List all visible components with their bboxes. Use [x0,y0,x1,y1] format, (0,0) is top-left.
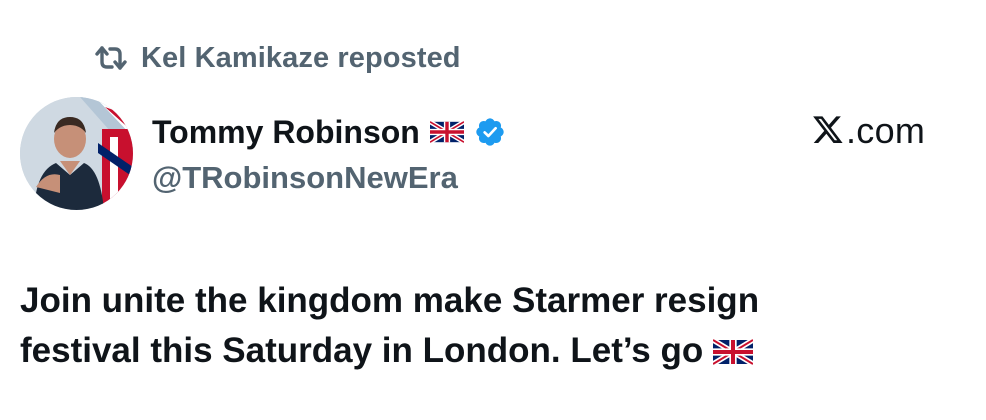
avatar[interactable] [20,97,133,210]
repost-text: Kel Kamikaze reposted [141,41,461,74]
x-com-text: .com [846,110,926,151]
repost-indicator[interactable]: Kel Kamikaze reposted [93,38,461,78]
x-logo-icon [812,116,844,146]
post-text-line-1: Join unite the kingdom make Starmer resi… [20,281,760,320]
author-display-name: Tommy Robinson [152,113,420,150]
post-text-line-2: festival this Saturday in London. Let’s … [20,326,970,376]
repost-icon [93,43,129,73]
post-text-line-2-text: festival this Saturday in London. Let’s … [20,331,704,370]
verified-badge-icon[interactable] [474,116,506,148]
author-name-row[interactable]: Tommy Robinson [152,111,506,153]
x-com-watermark: .com [812,110,925,152]
uk-flag-icon [713,339,754,365]
author-handle[interactable]: @TRobinsonNewEra [152,160,458,196]
uk-flag-icon [429,121,464,143]
post-text: Join unite the kingdom make Starmer resi… [20,276,970,376]
